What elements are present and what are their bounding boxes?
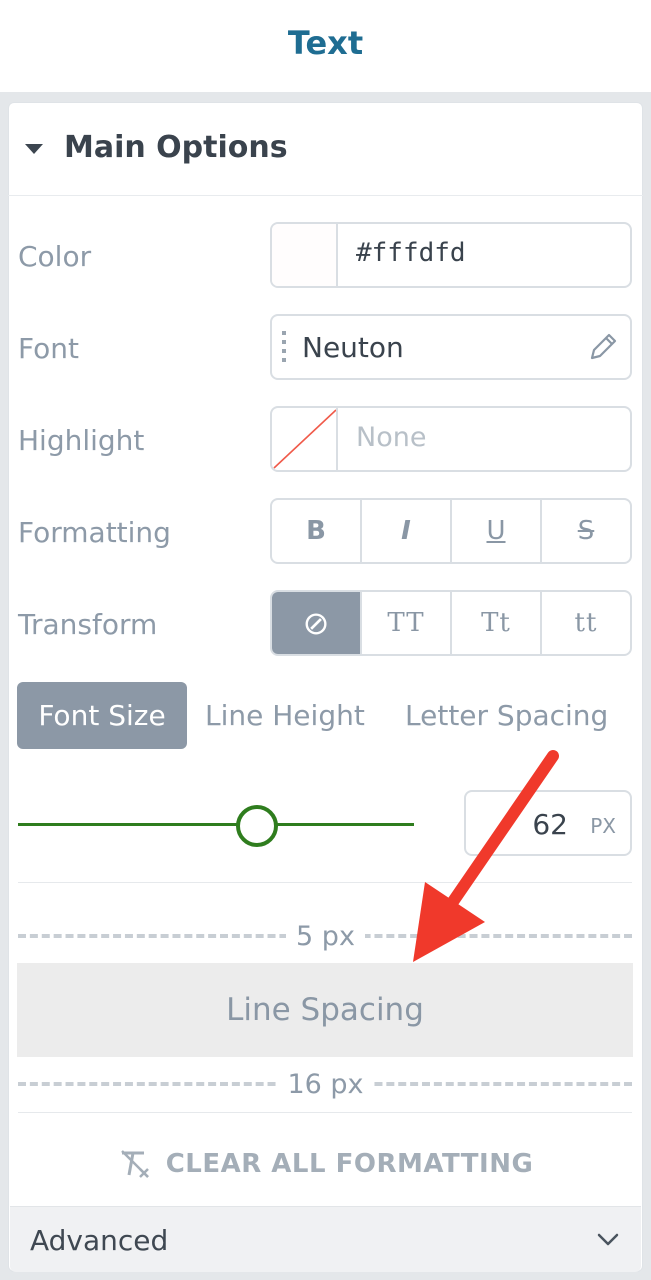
lowercase-button[interactable]: tt <box>542 592 630 654</box>
font-value: Neuton <box>302 331 404 364</box>
divider <box>18 882 632 883</box>
font-size-slider-track[interactable] <box>18 823 414 826</box>
color-swatch[interactable] <box>272 224 338 286</box>
transform-label: Transform <box>18 608 158 641</box>
highlight-placeholder: None <box>356 422 427 453</box>
transform-buttons: ⊘ TT Tt tt <box>270 590 632 656</box>
strikethrough-button[interactable]: S <box>542 500 630 562</box>
section-title: Main Options <box>64 130 288 165</box>
formatting-buttons: B I U S <box>270 498 632 564</box>
color-value[interactable]: #fffdfd <box>356 238 466 268</box>
drag-handle-icon[interactable] <box>282 331 286 365</box>
line-spacing-preview: Line Spacing <box>17 963 633 1057</box>
underline-button[interactable]: U <box>452 500 542 562</box>
no-color-swatch-icon[interactable] <box>272 408 338 470</box>
font-size-slider-thumb[interactable] <box>236 805 278 847</box>
top-bar: Text <box>0 0 651 92</box>
clear-formatting-icon <box>120 1150 149 1178</box>
bottom-spacing-label-wrap: 16 px <box>0 1069 651 1100</box>
caret-down-icon[interactable] <box>25 144 43 154</box>
font-field[interactable]: Neuton <box>270 314 632 380</box>
formatting-label: Formatting <box>18 516 171 549</box>
font-size-value[interactable]: 62 <box>532 808 568 841</box>
bold-button[interactable]: B <box>272 500 362 562</box>
italic-button[interactable]: I <box>362 500 452 562</box>
highlight-field[interactable]: None <box>270 406 632 472</box>
font-size-input[interactable]: 62 PX <box>464 790 632 856</box>
color-field[interactable]: #fffdfd <box>270 222 632 288</box>
bottom-spacing-value: 16 px <box>277 1069 374 1100</box>
top-spacing-label-wrap: 5 px <box>0 921 651 952</box>
font-size-unit: PX <box>590 814 616 838</box>
clear-all-formatting-label: CLEAR ALL FORMATTING <box>165 1149 534 1179</box>
capitalize-button[interactable]: Tt <box>452 592 542 654</box>
top-spacing-value: 5 px <box>286 921 365 952</box>
font-label: Font <box>18 332 79 365</box>
highlight-label: Highlight <box>18 424 145 457</box>
pencil-icon[interactable] <box>586 330 620 364</box>
tab-line-height[interactable]: Line Height <box>205 682 365 749</box>
uppercase-button[interactable]: TT <box>362 592 452 654</box>
advanced-label: Advanced <box>30 1224 169 1257</box>
advanced-section-header[interactable]: Advanced <box>10 1206 641 1272</box>
page-title: Text <box>287 24 364 62</box>
color-label: Color <box>18 240 92 273</box>
clear-all-formatting-button[interactable]: CLEAR ALL FORMATTING <box>0 1144 651 1184</box>
tab-font-size[interactable]: Font Size <box>17 682 187 749</box>
divider <box>18 1112 632 1113</box>
tab-letter-spacing[interactable]: Letter Spacing <box>405 682 608 749</box>
no-transform-button[interactable]: ⊘ <box>272 592 362 654</box>
chevron-down-icon[interactable] <box>595 1227 621 1253</box>
